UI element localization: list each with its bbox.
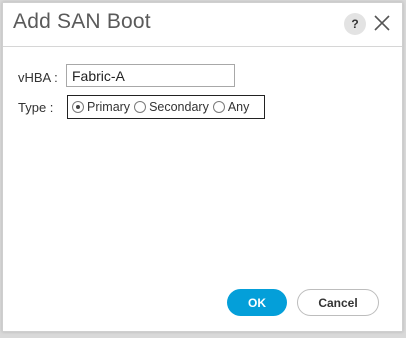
radio-primary-label: Primary <box>87 100 131 114</box>
close-icon <box>374 15 390 31</box>
radio-primary[interactable]: Primary <box>72 100 130 114</box>
radio-secondary-circle[interactable] <box>134 101 147 113</box>
radio-any[interactable]: Any <box>212 100 250 114</box>
help-button[interactable]: ? <box>344 13 366 35</box>
header-divider <box>3 46 402 47</box>
help-icon: ? <box>351 17 359 31</box>
radio-any-label: Any <box>227 100 250 114</box>
radio-primary-circle[interactable] <box>72 101 84 113</box>
ok-button[interactable]: OK <box>227 289 287 316</box>
vhba-label: vHBA : <box>18 70 58 85</box>
close-button[interactable] <box>373 13 391 33</box>
cancel-button[interactable]: Cancel <box>297 289 379 316</box>
dialog-title: Add SAN Boot <box>13 10 151 33</box>
radio-any-circle[interactable] <box>212 101 225 113</box>
dialog-header: Add SAN Boot ? <box>3 3 402 43</box>
radio-secondary[interactable]: Secondary <box>134 100 209 114</box>
vhba-input[interactable] <box>66 64 235 87</box>
type-label: Type : <box>18 100 54 115</box>
radio-secondary-label: Secondary <box>149 100 209 114</box>
type-radio-group: Primary Secondary Any <box>67 95 265 119</box>
add-san-boot-dialog: Add SAN Boot ? vHBA : Type : Primary Sec… <box>2 2 403 332</box>
